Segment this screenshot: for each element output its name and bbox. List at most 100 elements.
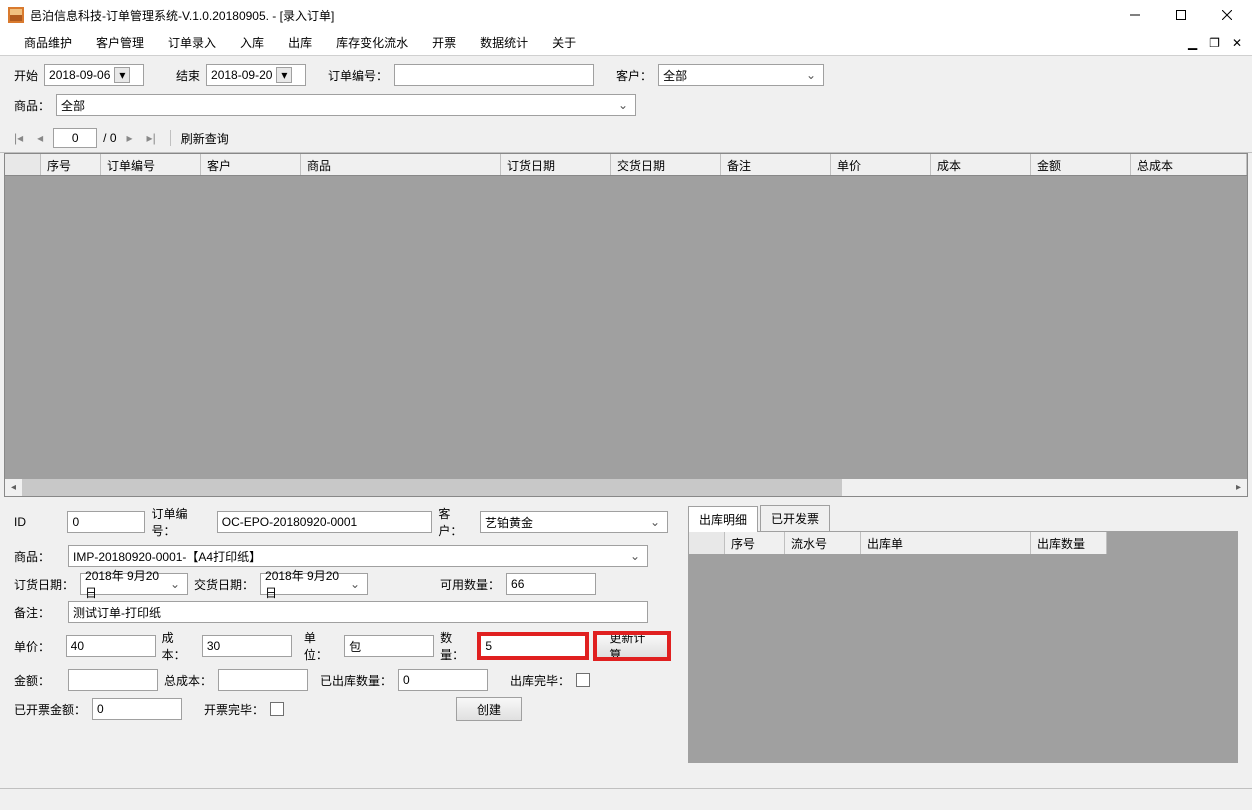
pager-last-icon[interactable]: ▸| — [143, 131, 160, 145]
product-filter-value: 全部 — [61, 97, 615, 114]
chevron-down-icon: ⌄ — [647, 515, 663, 529]
tabs-header: 出库明细 已开发票 — [688, 505, 1238, 531]
order-no-filter-label: 订单编号： — [328, 67, 388, 84]
order-date-picker[interactable]: 2018年 9月20日 ⌄ — [80, 573, 188, 595]
detail-col-qty[interactable]: 出库数量 — [1031, 532, 1107, 554]
product-filter-combo[interactable]: 全部 ⌄ — [56, 94, 636, 116]
col-unit-price[interactable]: 单价 — [831, 154, 931, 175]
detail-col-outbound[interactable]: 出库单 — [861, 532, 1031, 554]
filter-row-1: 开始 2018-09-06 ▾ 结束 2018-09-20 ▾ 订单编号： 客户… — [0, 56, 1252, 90]
detail-row-selector — [689, 532, 725, 554]
available-qty-input[interactable] — [506, 573, 596, 595]
menu-about[interactable]: 关于 — [540, 30, 588, 55]
statusbar — [0, 788, 1252, 810]
tab-content-grid[interactable]: 序号 流水号 出库单 出库数量 — [688, 531, 1238, 763]
invoiced-amount-label: 已开票金额： — [14, 701, 86, 718]
calendar-icon[interactable]: ▾ — [114, 67, 130, 83]
shipped-qty-input[interactable] — [398, 669, 488, 691]
menu-stats[interactable]: 数据统计 — [468, 30, 540, 55]
col-customer[interactable]: 客户 — [201, 154, 301, 175]
pager-current-input[interactable] — [53, 128, 97, 148]
remark-input[interactable] — [68, 601, 648, 623]
col-order-date[interactable]: 订货日期 — [501, 154, 611, 175]
delivery-date-picker[interactable]: 2018年 9月20日 ⌄ — [260, 573, 368, 595]
pager-next-icon[interactable]: ▸ — [123, 131, 137, 145]
detail-col-seq[interactable]: 序号 — [725, 532, 785, 554]
order-no-filter-input[interactable] — [394, 64, 594, 86]
amount-input[interactable] — [68, 669, 158, 691]
maximize-button[interactable] — [1158, 0, 1204, 30]
col-product[interactable]: 商品 — [301, 154, 501, 175]
mdi-close-icon[interactable]: ✕ — [1226, 34, 1248, 52]
menu-invoice[interactable]: 开票 — [420, 30, 468, 55]
unit-price-input[interactable] — [66, 635, 156, 657]
invoiced-amount-input[interactable] — [92, 698, 182, 720]
invoice-done-checkbox[interactable] — [270, 702, 284, 716]
minimize-button[interactable] — [1112, 0, 1158, 30]
form-area: ID 订单编号： 客户： 艺铂黄金 ⌄ 商品： IMP-20180920-000… — [0, 497, 1252, 771]
window-title: 邑泊信息科技-订单管理系统-V.1.0.20180905. - [录入订单] — [30, 7, 1112, 24]
menu-order-entry[interactable]: 订单录入 — [156, 30, 228, 55]
col-cost[interactable]: 成本 — [931, 154, 1031, 175]
product-label: 商品： — [14, 548, 62, 565]
mdi-restore-icon[interactable]: ❐ — [1203, 34, 1226, 52]
main-grid[interactable]: 序号 订单编号 客户 商品 订货日期 交货日期 备注 单价 成本 金额 总成本 … — [4, 153, 1248, 497]
product-combo[interactable]: IMP-20180920-0001-【A4打印纸】 ⌄ — [68, 545, 648, 567]
grid-body-empty — [5, 176, 1247, 482]
menu-stock-flow[interactable]: 库存变化流水 — [324, 30, 420, 55]
detail-col-filler — [1107, 532, 1237, 554]
detail-col-flow[interactable]: 流水号 — [785, 532, 861, 554]
amount-label: 金额： — [14, 672, 62, 689]
id-input[interactable] — [67, 511, 145, 533]
customer-value: 艺铂黄金 — [485, 514, 647, 531]
product-value: IMP-20180920-0001-【A4打印纸】 — [73, 548, 627, 565]
order-no-input[interactable] — [217, 511, 433, 533]
customer-filter-value: 全部 — [663, 67, 803, 84]
menu-customer[interactable]: 客户管理 — [84, 30, 156, 55]
shipped-done-label: 出库完毕： — [510, 672, 570, 689]
grid-row-selector-header — [5, 154, 41, 175]
create-button[interactable]: 创建 — [456, 697, 522, 721]
customer-combo[interactable]: 艺铂黄金 ⌄ — [480, 511, 668, 533]
refresh-button[interactable]: 刷新查询 — [181, 130, 229, 147]
calendar-icon[interactable]: ▾ — [276, 67, 292, 83]
pager-first-icon[interactable]: |◂ — [10, 131, 27, 145]
mdi-minimize-icon[interactable]: ▁ — [1182, 34, 1203, 52]
grid-hscrollbar[interactable]: ◂ ▸ — [5, 479, 1247, 496]
col-amount[interactable]: 金额 — [1031, 154, 1131, 175]
qty-input[interactable] — [480, 635, 586, 657]
unit-input[interactable] — [344, 635, 434, 657]
cost-input[interactable] — [202, 635, 292, 657]
col-order-no[interactable]: 订单编号 — [101, 154, 201, 175]
total-cost-input[interactable] — [218, 669, 308, 691]
chevron-down-icon: ⌄ — [167, 577, 183, 591]
tab-invoiced[interactable]: 已开发票 — [760, 505, 830, 531]
scroll-thumb[interactable] — [22, 479, 842, 496]
col-delivery-date[interactable]: 交货日期 — [611, 154, 721, 175]
end-date-picker[interactable]: 2018-09-20 ▾ — [206, 64, 306, 86]
customer-filter-label: 客户： — [616, 67, 652, 84]
start-label: 开始 — [14, 67, 38, 84]
menu-product[interactable]: 商品维护 — [12, 30, 84, 55]
pager-prev-icon[interactable]: ◂ — [33, 131, 47, 145]
filter-row-2: 商品： 全部 ⌄ — [0, 90, 1252, 124]
col-seq[interactable]: 序号 — [41, 154, 101, 175]
scroll-left-icon[interactable]: ◂ — [5, 479, 22, 496]
customer-filter-combo[interactable]: 全部 ⌄ — [658, 64, 824, 86]
order-date-label: 订货日期： — [14, 576, 74, 593]
menu-outbound[interactable]: 出库 — [276, 30, 324, 55]
scroll-right-icon[interactable]: ▸ — [1230, 479, 1247, 496]
chevron-down-icon: ⌄ — [627, 549, 643, 563]
tab-outbound-detail[interactable]: 出库明细 — [688, 506, 758, 532]
grid-header: 序号 订单编号 客户 商品 订货日期 交货日期 备注 单价 成本 金额 总成本 — [5, 154, 1247, 176]
qty-label: 数量： — [440, 629, 474, 663]
pager-total: / 0 — [103, 131, 116, 145]
start-date-picker[interactable]: 2018-09-06 ▾ — [44, 64, 144, 86]
close-button[interactable] — [1204, 0, 1250, 30]
col-remark[interactable]: 备注 — [721, 154, 831, 175]
shipped-done-checkbox[interactable] — [576, 673, 590, 687]
col-total-cost[interactable]: 总成本 — [1131, 154, 1247, 175]
recalc-button[interactable]: 更新计算 — [596, 634, 668, 658]
menu-inbound[interactable]: 入库 — [228, 30, 276, 55]
chevron-down-icon: ⌄ — [803, 68, 819, 82]
